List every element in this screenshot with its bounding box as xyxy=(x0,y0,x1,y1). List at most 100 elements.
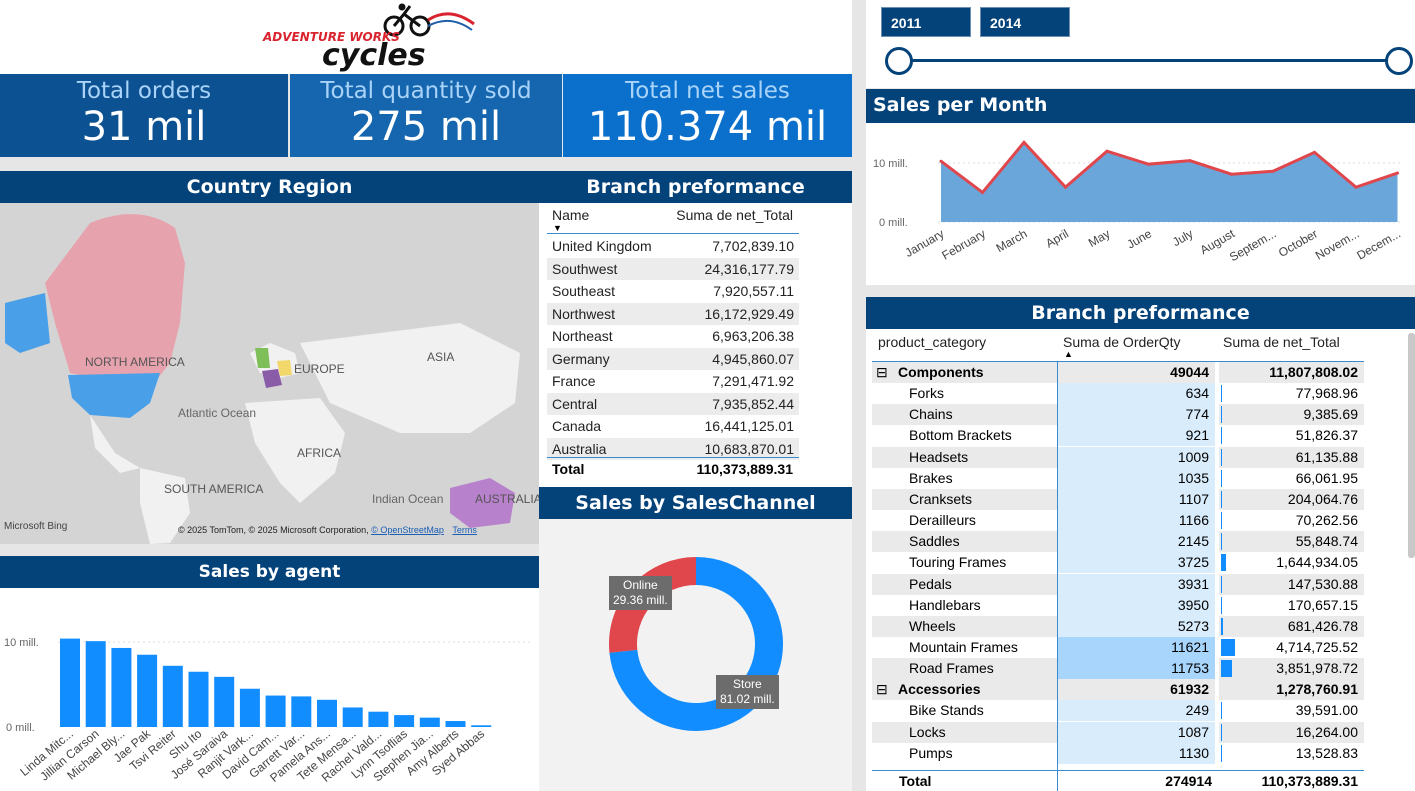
branch-net-total: 6,963,206.38 xyxy=(712,328,794,344)
agent-bar[interactable] xyxy=(188,671,209,727)
vertical-scrollbar[interactable] xyxy=(1408,333,1415,558)
table-row[interactable]: Derailleurs 1166 70,262.56 xyxy=(872,510,1364,532)
col-header-net-total[interactable]: Suma de net_Total xyxy=(1223,334,1340,350)
month-point[interactable] xyxy=(1147,162,1150,166)
month-point[interactable] xyxy=(1064,185,1067,189)
table-row[interactable]: Southeast 7,920,557.11 xyxy=(547,280,799,302)
slicer-to-box[interactable]: 2014 xyxy=(980,7,1070,37)
branch-performance-table[interactable]: Name ▼ Suma de net_Total United Kingdom 7… xyxy=(539,203,852,488)
branch-net-total: 24,316,177.79 xyxy=(704,260,794,277)
month-point[interactable] xyxy=(1396,171,1399,175)
table-row[interactable]: United Kingdom 7,702,839.10 xyxy=(547,235,799,257)
agent-bar[interactable] xyxy=(265,695,286,727)
table-row[interactable]: Saddles 2145 55,848.74 xyxy=(872,531,1364,553)
table-row[interactable]: Wheels 5273 681,426.78 xyxy=(872,615,1364,637)
year-slicer[interactable]: 2011 2014 xyxy=(866,0,1415,88)
agent-bar[interactable] xyxy=(317,699,337,727)
agent-bar[interactable] xyxy=(342,707,363,727)
table-row[interactable]: Pedals 3931 147,530.88 xyxy=(872,573,1364,595)
store-value: 81.02 mill. xyxy=(720,692,775,706)
table-row[interactable]: Central 7,935,852.44 xyxy=(547,392,799,415)
kpi-title: Total net sales xyxy=(625,78,790,104)
table-row[interactable]: Touring Frames 3725 1,644,934.05 xyxy=(872,552,1364,574)
slider-handle-start[interactable] xyxy=(885,47,913,75)
net-total-databar xyxy=(1221,702,1222,720)
month-point[interactable] xyxy=(1354,185,1358,189)
agent-bar[interactable] xyxy=(60,638,80,727)
agent-bar[interactable] xyxy=(239,688,260,727)
online-data-label: Online 29.36 mill. xyxy=(609,576,672,610)
map-label-australia: AUSTRALIA xyxy=(475,492,539,506)
country-region-map[interactable]: NORTH AMERICA EUROPE ASIA Atlantic Ocean… xyxy=(0,203,539,544)
table-row[interactable]: Cranksets 1107 204,064.76 xyxy=(872,488,1364,510)
slider-handle-end[interactable] xyxy=(1385,47,1413,75)
col-header-name[interactable]: Name xyxy=(552,207,589,223)
category-group-row[interactable]: ⊟ Components 49044 11,807,808.02 xyxy=(872,362,1364,383)
table-row[interactable]: Handlebars 3950 170,657.15 xyxy=(872,594,1364,616)
month-point[interactable] xyxy=(1271,169,1275,173)
agent-bar[interactable] xyxy=(368,711,389,727)
sales-per-month-chart[interactable]: 10 mill. 0 mill. January February March April… xyxy=(866,123,1415,285)
store-label: Store xyxy=(733,677,762,691)
month-point[interactable] xyxy=(1022,140,1026,144)
table-row[interactable]: Southwest 24,316,177.79 xyxy=(547,257,799,280)
agent-bar[interactable] xyxy=(214,676,235,727)
col-header-category[interactable]: product_category xyxy=(878,334,986,350)
y-tick-label: 0 mill. xyxy=(879,217,908,229)
agent-bar[interactable] xyxy=(162,665,183,727)
month-point[interactable] xyxy=(1313,150,1316,154)
table-row[interactable]: Pumps 1130 13,528.83 xyxy=(872,742,1364,764)
col-header-orderqty[interactable]: Suma de OrderQty xyxy=(1063,334,1181,350)
map-label-indian-ocean: Indian Ocean xyxy=(372,492,444,506)
osm-link[interactable]: © OpenStreetMap xyxy=(371,525,444,535)
category-name: Components xyxy=(898,364,984,380)
net-total: 16,264.00 xyxy=(1295,723,1358,740)
agent-bar[interactable] xyxy=(291,696,312,727)
table-row[interactable]: Mountain Frames 11621 4,714,725.52 xyxy=(872,636,1364,658)
table-row[interactable]: Locks 1087 16,264.00 xyxy=(872,721,1364,743)
agent-bar[interactable] xyxy=(471,725,492,727)
table-row[interactable]: Northwest 16,172,929.49 xyxy=(547,302,799,325)
month-point[interactable] xyxy=(1188,159,1192,163)
order-qty: 49044 xyxy=(1057,362,1215,383)
branch-net-total: 7,291,471.92 xyxy=(712,373,794,389)
sales-by-agent-chart[interactable]: 10 mill. 0 mill. Linda Mitc... Jillian Cars… xyxy=(0,588,539,791)
kpi-total-net-sales: Total net sales 110.374 mil xyxy=(563,74,852,157)
channel-chart-title: Sales by SalesChannel xyxy=(539,487,852,519)
net-total: 1,644,934.05 xyxy=(1276,554,1358,571)
agent-bar[interactable] xyxy=(85,641,106,727)
table-row[interactable]: Brakes 1035 66,061.95 xyxy=(872,467,1364,489)
collapse-icon[interactable]: ⊟ xyxy=(876,679,888,700)
table-row[interactable]: Road Frames 11753 3,851,978.72 xyxy=(872,658,1364,680)
table-row[interactable]: Germany 4,945,860.07 xyxy=(547,347,799,370)
x-tick-label: June xyxy=(1124,226,1154,251)
logo-area: ADVENTURE WORKS cycles xyxy=(0,0,852,74)
month-point[interactable] xyxy=(1230,172,1233,176)
table-row[interactable]: Bottom Brackets 921 51,826.37 xyxy=(872,425,1364,447)
agent-bar[interactable] xyxy=(419,717,440,727)
x-tick-label: October xyxy=(1276,226,1320,259)
agent-bar[interactable] xyxy=(445,721,466,727)
table-row[interactable]: Bike Stands 249 39,591.00 xyxy=(872,700,1364,722)
category-performance-table[interactable]: product_category Suma de OrderQty ▲ Suma… xyxy=(866,329,1415,791)
month-point[interactable] xyxy=(939,159,943,163)
agent-bar[interactable] xyxy=(111,647,132,727)
agent-bar[interactable] xyxy=(137,654,158,727)
sales-by-channel-chart[interactable]: Online 29.36 mill. Store 81.02 mill. xyxy=(539,519,852,791)
table-row[interactable]: Forks 634 77,968.96 xyxy=(872,383,1364,405)
table-row[interactable]: Canada 16,441,125.01 xyxy=(547,415,799,437)
order-qty: 1009 xyxy=(1057,446,1215,468)
table-row[interactable]: Northeast 6,963,206.38 xyxy=(547,325,799,347)
table-row[interactable]: France 7,291,471.92 xyxy=(547,370,799,392)
agent-bar[interactable] xyxy=(394,715,415,727)
slicer-from-box[interactable]: 2011 xyxy=(881,7,971,37)
month-point[interactable] xyxy=(1105,149,1109,153)
category-group-row[interactable]: ⊟ Accessories 61932 1,278,760.91 xyxy=(872,679,1364,701)
x-tick-label: Decem... xyxy=(1354,226,1403,262)
terms-link[interactable]: Terms xyxy=(452,525,477,535)
collapse-icon[interactable]: ⊟ xyxy=(876,362,888,383)
table-row[interactable]: Chains 774 9,385.69 xyxy=(872,404,1364,426)
table-row[interactable]: Headsets 1009 61,135.88 xyxy=(872,446,1364,468)
month-point[interactable] xyxy=(981,191,984,194)
col-header-net-total[interactable]: Suma de net_Total xyxy=(671,207,793,223)
